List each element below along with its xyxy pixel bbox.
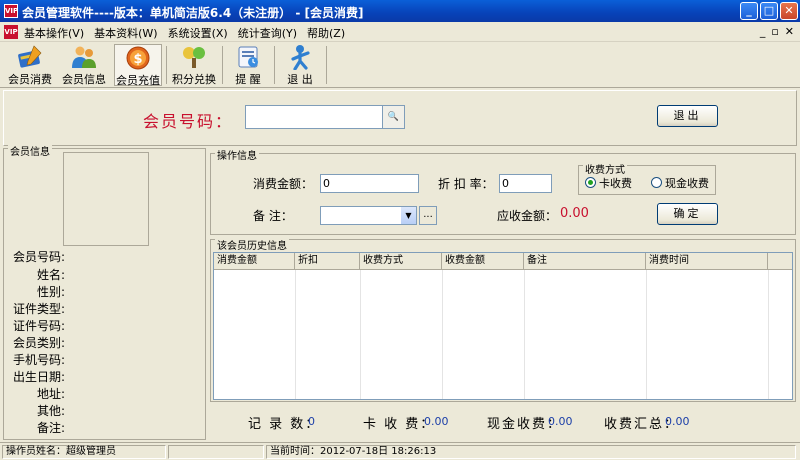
amount-input[interactable]: 0: [320, 174, 419, 193]
status-bar: 操作员姓名：超级管理员 当前时间：2012-07-18日 18:26:13: [0, 442, 800, 460]
receivable-label: 应收金额：: [497, 209, 558, 223]
receivable-value: 0.00: [560, 206, 589, 221]
toolbar-member-consume-button[interactable]: 会员消费: [6, 44, 54, 86]
member-field-label: 性别:: [36, 285, 65, 299]
member-field-label: 出生日期:: [12, 370, 65, 384]
app-menu-icon[interactable]: VIP: [4, 25, 18, 39]
close-button[interactable]: ✕: [780, 2, 798, 20]
lookup-button[interactable]: 🔍: [382, 106, 404, 128]
cash-pay-label[interactable]: 现金收费: [665, 175, 709, 191]
remark-label: 备 注：: [253, 209, 293, 223]
grid-divider: [442, 270, 443, 399]
member-no-label: 会员号码：: [143, 112, 234, 131]
member-field-label: 其他:: [36, 404, 65, 418]
maximize-button[interactable]: □: [760, 2, 778, 20]
toolbar-member-recharge-button[interactable]: $ 会员充值: [114, 44, 162, 87]
history-title: 该会员历史信息: [215, 237, 289, 252]
card-total-value: 0.00: [424, 415, 449, 428]
app-icon: VIP: [4, 4, 18, 18]
grid-column-header[interactable]: 收费金额: [442, 253, 524, 270]
chevron-down-icon[interactable]: ▼: [401, 207, 416, 224]
coin-icon: $: [126, 46, 150, 70]
grid-divider: [360, 270, 361, 399]
member-info-title: 会员信息: [8, 143, 52, 158]
member-field-label: 地址:: [36, 387, 65, 401]
mdi-restore-button[interactable]: ▫: [771, 25, 778, 38]
gift-icon: [183, 47, 205, 68]
grid-column-header[interactable]: 折扣: [295, 253, 360, 270]
remark-more-button[interactable]: ...: [419, 206, 437, 225]
member-field-label: 会员号码:: [12, 250, 65, 264]
toolbar-separator: [222, 46, 223, 84]
toolbar-separator: [326, 46, 327, 84]
mdi-minimize-button[interactable]: _: [760, 25, 766, 38]
exit-button[interactable]: 退出: [657, 105, 718, 127]
minimize-button[interactable]: _: [740, 2, 758, 20]
exit-person-icon: [291, 45, 310, 70]
window-title: 会员管理软件----版本：单机简洁版6.4（未注册） - [会员消费]: [22, 6, 364, 20]
toolbar-exit-button[interactable]: 退 出: [278, 44, 322, 86]
title-bar: VIP 会员管理软件----版本：单机简洁版6.4（未注册） - [会员消费] …: [0, 0, 800, 22]
toolbar: 会员消费 会员信息 $ 会员充值 积分兑换 提 醒 退 出: [0, 42, 800, 88]
grid-divider: [768, 270, 769, 399]
cash-pay-radio[interactable]: [651, 177, 662, 188]
svg-text:$: $: [133, 52, 142, 67]
menu-basic-data[interactable]: 基本资料(W): [94, 25, 157, 41]
toolbar-separator: [274, 46, 275, 84]
toolbar-member-info-button[interactable]: 会员信息: [60, 44, 108, 86]
discount-label: 折 扣 率：: [438, 177, 494, 191]
amount-label: 消费金额：: [253, 177, 314, 191]
menu-help[interactable]: 帮助(Z): [307, 25, 345, 41]
confirm-button[interactable]: 确定: [657, 203, 718, 225]
operator-status: 操作员姓名：超级管理员: [2, 445, 166, 459]
grid-column-header[interactable]: 备注: [524, 253, 646, 270]
menu-system-settings[interactable]: 系统设置(X): [168, 25, 228, 41]
pay-method-title: 收费方式: [583, 161, 627, 176]
grid-divider: [295, 270, 296, 399]
grid-divider: [646, 270, 647, 399]
grid-column-header[interactable]: 消费时间: [646, 253, 768, 270]
member-field-label: 证件类型:: [12, 302, 65, 316]
remark-combo[interactable]: ▼: [320, 206, 417, 225]
card-pen-icon: [18, 45, 42, 68]
member-field-label: 手机号码:: [12, 353, 65, 367]
menu-basic-operation[interactable]: 基本操作(V): [24, 25, 84, 41]
grid-header: 消费金额 折扣 收费方式 收费金额 备注 消费时间: [214, 253, 792, 270]
grid-divider: [524, 270, 525, 399]
users-icon: [72, 46, 96, 68]
cash-total-value: 0.00: [548, 415, 573, 428]
current-time-status: 当前时间：2012-07-18日 18:26:13: [266, 445, 796, 459]
toolbar-points-exchange-button[interactable]: 积分兑换: [170, 44, 218, 86]
grand-total-value: 0.00: [665, 415, 690, 428]
reminder-icon: [238, 46, 258, 68]
menu-bar: VIP 基本操作(V) 基本资料(W) 系统设置(X) 统计查询(Y) 帮助(Z…: [0, 22, 800, 42]
menu-statistics[interactable]: 统计查询(Y): [238, 25, 297, 41]
card-pay-radio[interactable]: [585, 177, 596, 188]
toolbar-reminder-button[interactable]: 提 醒: [226, 44, 270, 86]
member-field-label: 备注:: [36, 421, 65, 435]
discount-input[interactable]: 0: [499, 174, 552, 193]
member-photo: [63, 152, 149, 246]
operation-info-title: 操作信息: [215, 147, 259, 162]
grid-column-header[interactable]: 收费方式: [360, 253, 442, 270]
toolbar-separator: [166, 46, 167, 84]
member-no-input[interactable]: 🔍: [245, 105, 405, 129]
grid-column-header[interactable]: 消费金额: [214, 253, 295, 270]
history-grid[interactable]: 消费金额 折扣 收费方式 收费金额 备注 消费时间: [213, 252, 793, 400]
member-field-label: 姓名:: [36, 268, 65, 282]
member-field-label: 证件号码:: [12, 319, 65, 333]
mdi-close-button[interactable]: ✕: [785, 25, 794, 38]
record-count-value: 0: [308, 415, 315, 428]
member-field-label: 会员类别:: [12, 336, 65, 350]
status-spacer: [168, 445, 264, 459]
card-pay-label[interactable]: 卡收费: [599, 175, 632, 191]
search-icon: 🔍: [387, 112, 400, 122]
